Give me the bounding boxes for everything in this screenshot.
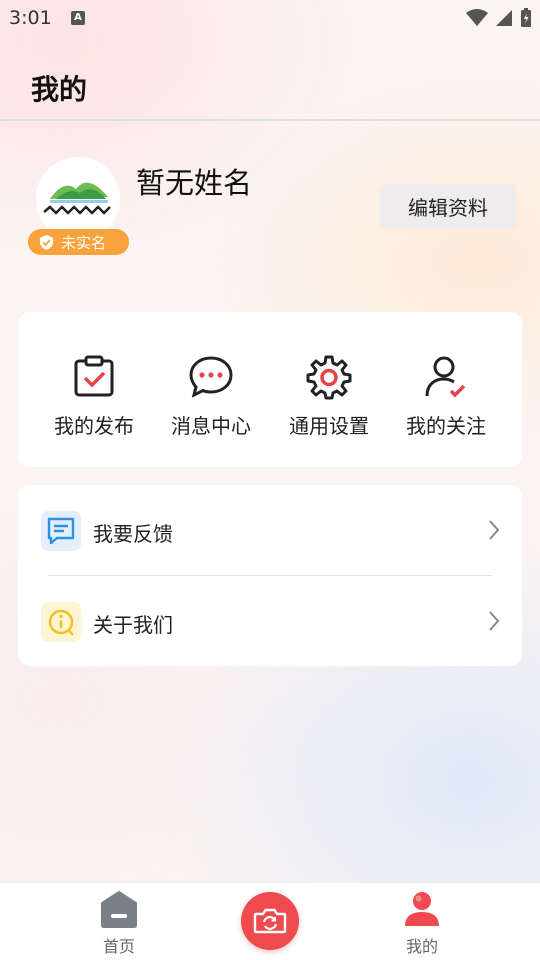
menu-item-label: 我要反馈 — [93, 522, 173, 546]
camera-button[interactable] — [241, 892, 299, 950]
header-divider — [0, 119, 540, 121]
status-time: 3:01 — [9, 7, 52, 29]
quick-action-messages[interactable]: 消息中心 — [152, 312, 270, 467]
menu-item-about[interactable]: 关于我们 — [18, 576, 522, 666]
user-check-icon — [425, 356, 466, 398]
notification-icon: A — [71, 11, 85, 25]
page-header: 我的 — [0, 36, 540, 120]
menu-item-feedback[interactable]: 我要反馈 — [18, 485, 522, 575]
signal-icon — [496, 10, 512, 26]
chat-bubble-icon — [189, 356, 233, 398]
status-icons — [466, 8, 532, 28]
quick-action-label: 消息中心 — [171, 414, 251, 438]
quick-actions-card: 我的发布 消息中心 通用设置 我的关注 — [18, 312, 522, 467]
shield-check-icon — [39, 234, 54, 250]
quick-action-label: 我的关注 — [406, 414, 486, 438]
profile-icon — [405, 892, 439, 926]
battery-icon — [521, 8, 531, 27]
feedback-icon — [41, 511, 81, 551]
nav-home-label: 首页 — [102, 937, 135, 956]
gear-icon — [306, 355, 352, 400]
verify-badge[interactable]: 未实名 — [28, 229, 129, 255]
page-title: 我的 — [31, 73, 88, 106]
quick-action-following[interactable]: 我的关注 — [387, 312, 505, 467]
info-icon — [41, 602, 81, 642]
chevron-right-icon — [489, 611, 500, 631]
camera-icon — [253, 908, 287, 934]
menu-card: 我要反馈 关于我们 — [18, 485, 522, 666]
verify-badge-label: 未实名 — [61, 233, 107, 252]
status-bar: 3:01 A — [0, 0, 540, 36]
menu-item-label: 关于我们 — [93, 613, 173, 637]
chevron-right-icon — [489, 520, 500, 540]
nav-profile-label: 我的 — [405, 937, 438, 956]
quick-action-settings[interactable]: 通用设置 — [270, 312, 388, 467]
wifi-icon — [466, 9, 488, 26]
quick-action-label: 我的发布 — [54, 414, 134, 438]
clipboard-check-icon — [74, 355, 114, 397]
nav-profile[interactable]: 我的 — [362, 883, 482, 960]
quick-action-label: 通用设置 — [289, 414, 369, 438]
quick-action-my-posts[interactable]: 我的发布 — [35, 312, 153, 467]
nav-home[interactable]: 首页 — [59, 883, 179, 960]
edit-profile-button[interactable]: 编辑资料 — [380, 184, 516, 229]
user-name: 暂无姓名 — [136, 166, 253, 200]
home-icon — [101, 891, 137, 928]
